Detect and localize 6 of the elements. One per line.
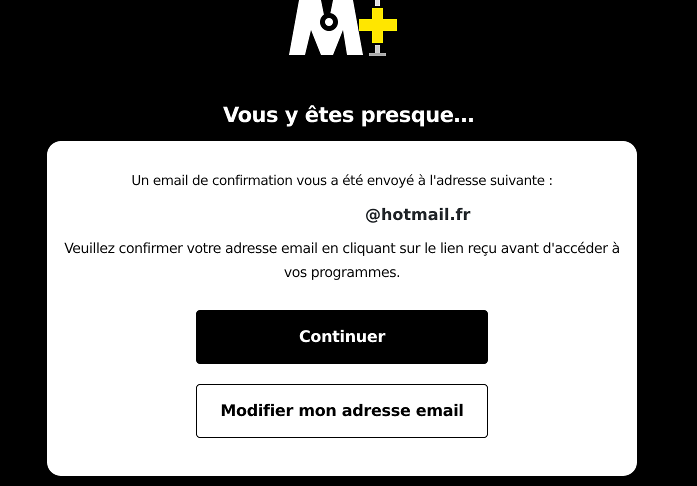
email-address: @hotmail.fr [365, 204, 470, 226]
instructions-text: Veuillez confirmer votre adresse email en cliquant sur le lien reçu avant d'accéder à vos programmes. [63, 240, 621, 283]
change-email-button[interactable]: Modifier mon adresse email [196, 384, 488, 438]
confirmation-text: Un email de confirmation vous a été envoyé à l'adresse suivante : [130, 172, 554, 190]
page-title: Vous y êtes presque… [222, 102, 475, 129]
continue-button[interactable]: Continuer [196, 310, 488, 364]
